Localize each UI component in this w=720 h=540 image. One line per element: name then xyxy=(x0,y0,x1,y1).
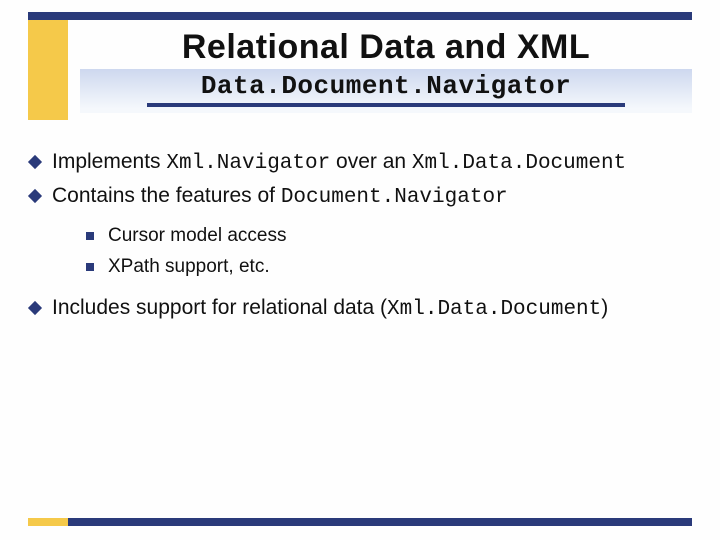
sub-bullet-item: XPath support, etc. xyxy=(86,254,692,280)
plain-text: ) xyxy=(601,296,608,319)
plain-text: Implements xyxy=(52,150,166,173)
bottom-yellow-accent xyxy=(28,518,68,526)
bullet-text: Contains the features of Document.Naviga… xyxy=(52,182,692,212)
bullet-item: Includes support for relational data (Xm… xyxy=(28,294,692,324)
sub-bullet-item: Cursor model access xyxy=(86,223,692,249)
diamond-bullet-icon xyxy=(28,301,42,315)
yellow-accent-block xyxy=(28,20,68,120)
bullet-item: Implements Xml.Navigator over an Xml.Dat… xyxy=(28,148,692,178)
slide-subtitle: Data.Document.Navigator xyxy=(80,71,692,101)
top-accent-bar xyxy=(28,12,692,20)
bullet-text: Implements Xml.Navigator over an Xml.Dat… xyxy=(52,148,692,178)
title-area: Relational Data and XML Data.Document.Na… xyxy=(80,28,692,113)
square-bullet-icon xyxy=(86,263,94,271)
sub-list: Cursor model access XPath support, etc. xyxy=(86,223,692,280)
plain-text: Contains the features of xyxy=(52,184,281,207)
code-text: Xml.Navigator xyxy=(166,152,330,175)
diamond-bullet-icon xyxy=(28,189,42,203)
bullet-item: Contains the features of Document.Naviga… xyxy=(28,182,692,212)
code-text: Xml.Data.Document xyxy=(412,152,626,175)
code-text: Xml.Data.Document xyxy=(387,298,601,321)
plain-text: Includes support for relational data ( xyxy=(52,296,387,319)
bullet-text: Includes support for relational data (Xm… xyxy=(52,294,692,324)
diamond-bullet-icon xyxy=(28,155,42,169)
content-area: Implements Xml.Navigator over an Xml.Dat… xyxy=(28,148,692,328)
sub-bullet-text: Cursor model access xyxy=(108,223,286,249)
square-bullet-icon xyxy=(86,232,94,240)
slide-title: Relational Data and XML xyxy=(80,28,692,67)
sub-bullet-text: XPath support, etc. xyxy=(108,254,270,280)
subtitle-band: Data.Document.Navigator xyxy=(80,69,692,113)
plain-text: over an xyxy=(330,150,412,173)
code-text: Document.Navigator xyxy=(281,186,508,209)
subtitle-underline xyxy=(147,103,624,107)
bottom-accent-bar xyxy=(28,518,692,526)
